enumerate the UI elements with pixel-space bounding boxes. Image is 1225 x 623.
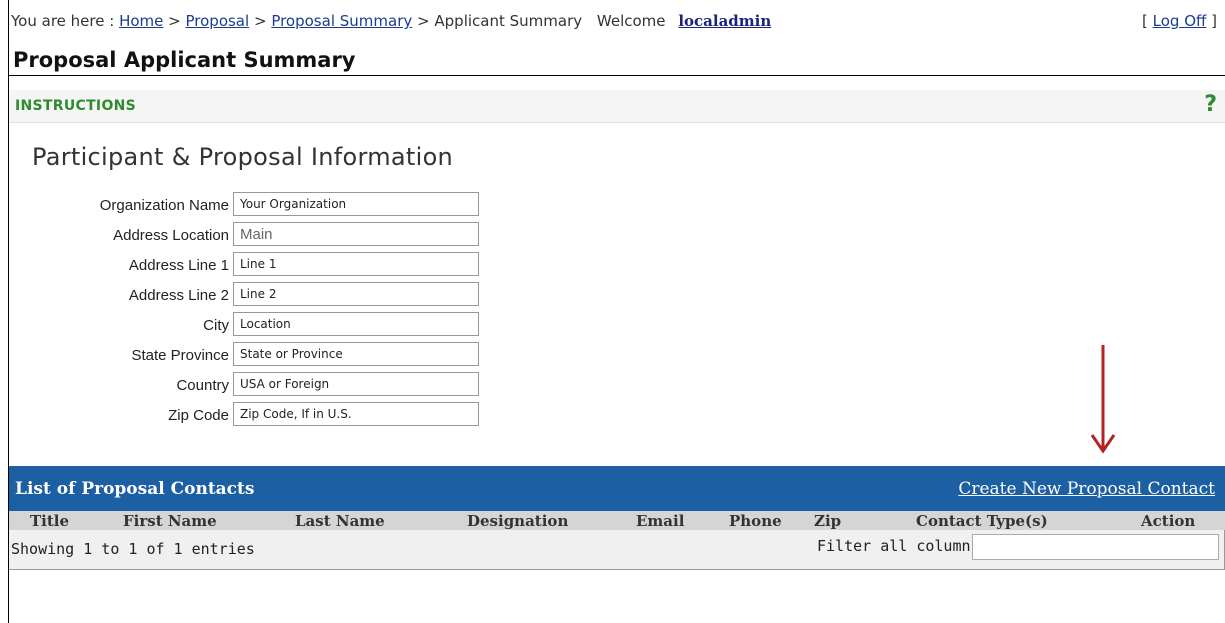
breadcrumb-separator: > xyxy=(417,12,430,30)
column-action[interactable]: Action xyxy=(1141,512,1195,530)
column-phone[interactable]: Phone xyxy=(729,512,782,530)
column-zip[interactable]: Zip xyxy=(814,512,841,530)
page-title: Proposal Applicant Summary xyxy=(13,48,356,72)
contacts-title: List of Proposal Contacts xyxy=(15,479,255,499)
city-field[interactable] xyxy=(233,312,479,336)
question-mark-icon[interactable]: ? xyxy=(1204,92,1217,117)
create-contact-link[interactable]: Create New Proposal Contact xyxy=(958,479,1215,499)
instructions-bar[interactable]: INSTRUCTIONS ? xyxy=(9,90,1225,123)
organization-name-label: Organization Name xyxy=(99,197,229,214)
instructions-label[interactable]: INSTRUCTIONS xyxy=(15,98,136,114)
filter-label: Filter all columns: xyxy=(817,537,989,555)
filter-input[interactable] xyxy=(972,534,1219,560)
breadcrumb-current: Applicant Summary xyxy=(434,12,583,30)
column-first-name[interactable]: First Name xyxy=(123,512,217,530)
address-line-2-field[interactable] xyxy=(233,282,479,306)
column-title[interactable]: Title xyxy=(30,512,69,530)
breadcrumb-proposal-link[interactable]: Proposal xyxy=(186,12,250,30)
address-location-field[interactable] xyxy=(233,222,479,246)
column-designation[interactable]: Designation xyxy=(467,512,568,530)
state-province-field[interactable] xyxy=(233,342,479,366)
zip-code-label: Zip Code xyxy=(168,407,229,424)
welcome-text: Welcome xyxy=(596,12,666,30)
breadcrumb-home-link[interactable]: Home xyxy=(119,12,163,30)
title-divider xyxy=(9,75,1225,76)
username-link[interactable]: localadmin xyxy=(678,12,771,30)
logoff-wrapper: [ Log Off ] xyxy=(1142,12,1217,30)
column-last-name[interactable]: Last Name xyxy=(295,512,385,530)
section-title: Participant & Proposal Information xyxy=(32,143,454,171)
logoff-bracket-open: [ xyxy=(1142,12,1148,30)
logoff-bracket-close: ] xyxy=(1211,12,1217,30)
organization-name-field[interactable] xyxy=(233,192,479,216)
contacts-header: List of Proposal Contacts Create New Pro… xyxy=(9,466,1225,511)
entries-info: Showing 1 to 1 of 1 entries xyxy=(11,540,255,558)
column-email[interactable]: Email xyxy=(636,512,684,530)
page-frame: You are here : Home > Proposal > Proposa… xyxy=(8,0,1225,623)
logoff-link[interactable]: Log Off xyxy=(1153,12,1207,30)
address-line-1-label: Address Line 1 xyxy=(128,257,229,274)
down-arrow-icon xyxy=(1090,345,1116,454)
breadcrumb-proposal-summary-link[interactable]: Proposal Summary xyxy=(271,12,412,30)
column-contact-types[interactable]: Contact Type(s) xyxy=(916,512,1048,530)
address-line-2-label: Address Line 2 xyxy=(128,287,229,304)
address-line-1-field[interactable] xyxy=(233,252,479,276)
breadcrumb-separator: > xyxy=(253,12,267,30)
city-label: City xyxy=(203,317,229,334)
address-location-label: Address Location xyxy=(113,227,229,244)
breadcrumb-bar: You are here : Home > Proposal > Proposa… xyxy=(11,12,1225,36)
zip-code-field[interactable] xyxy=(233,402,479,426)
country-field[interactable] xyxy=(233,372,479,396)
state-province-label: State Province xyxy=(131,347,229,364)
breadcrumb-separator: > xyxy=(168,12,181,30)
breadcrumb-prefix: You are here : xyxy=(11,12,115,30)
table-column-header: Title First Name Last Name Designation E… xyxy=(9,511,1225,530)
country-label: Country xyxy=(176,377,229,394)
table-footer: Showing 1 to 1 of 1 entries Filter all c… xyxy=(9,530,1225,570)
